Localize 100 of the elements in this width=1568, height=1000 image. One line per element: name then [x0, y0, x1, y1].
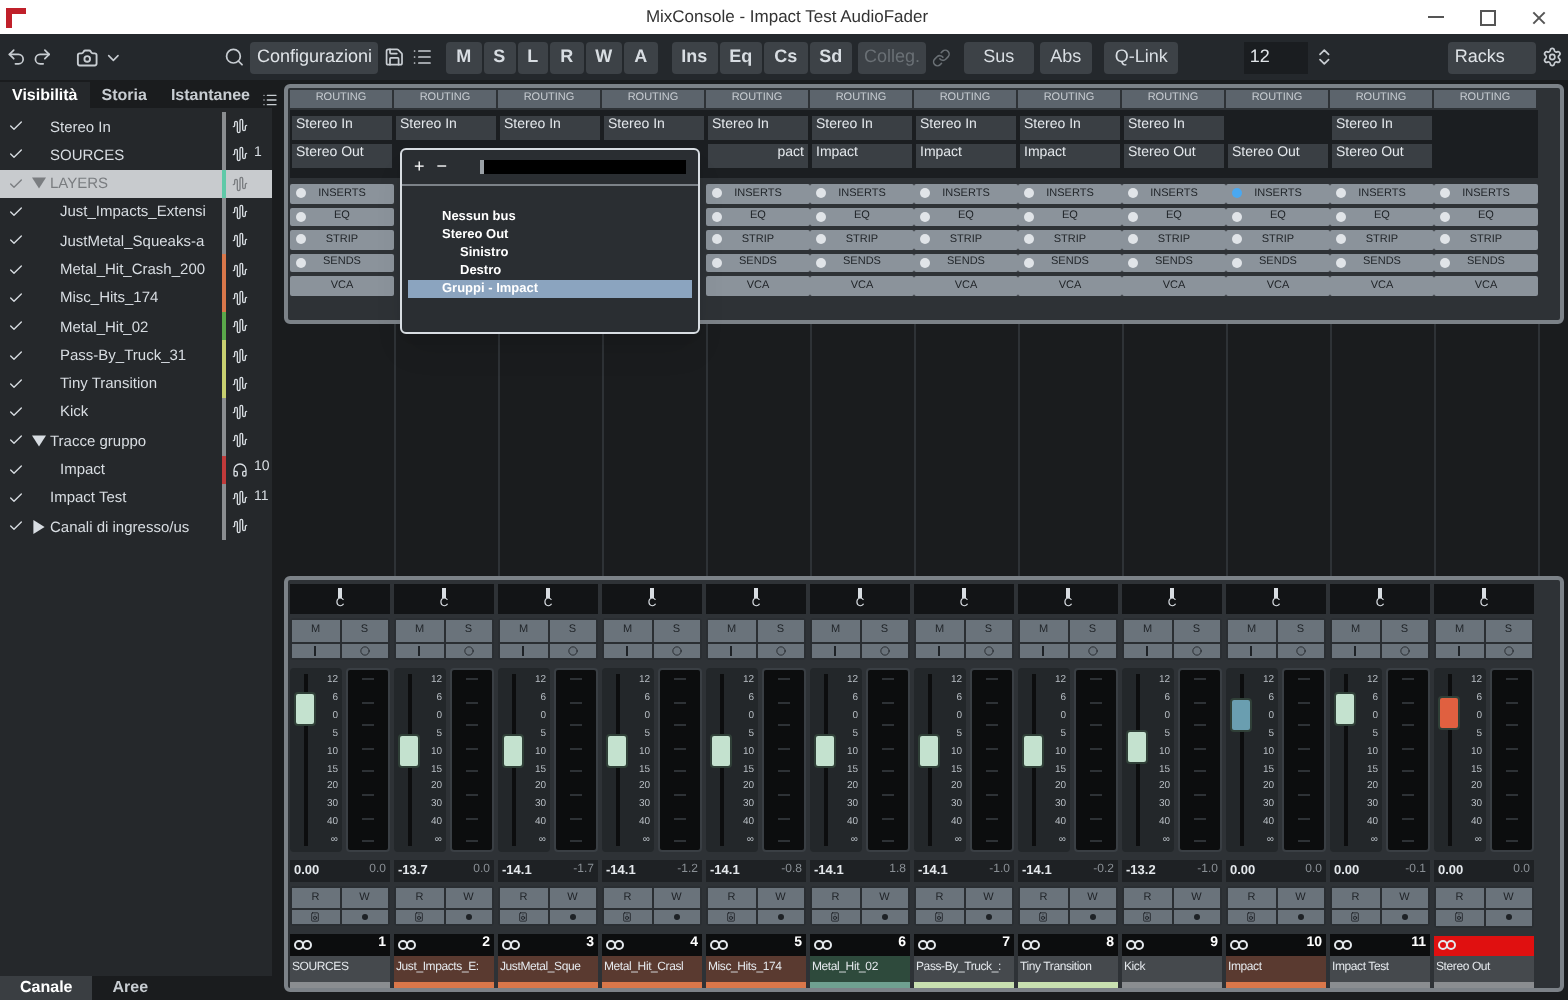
- fader-thumb[interactable]: [398, 734, 420, 769]
- monitor-icon[interactable]: [1173, 643, 1220, 658]
- search-icon[interactable]: [224, 46, 245, 68]
- listen-icon[interactable]: [1436, 643, 1483, 658]
- check-icon[interactable]: [8, 118, 24, 135]
- listen-icon[interactable]: [916, 643, 963, 658]
- expanded-icon[interactable]: [32, 433, 46, 448]
- panel-tab[interactable]: Istantanee: [158, 82, 263, 108]
- maximize-icon[interactable]: [1480, 9, 1496, 25]
- check-icon[interactable]: [8, 432, 24, 449]
- mode-button[interactable]: L: [517, 41, 549, 73]
- remove-button[interactable]: −: [436, 153, 448, 181]
- stereo-icon[interactable]: [606, 940, 624, 951]
- speaker-icon[interactable]: [500, 910, 547, 925]
- listen-icon[interactable]: [396, 643, 443, 658]
- undo-icon[interactable]: [6, 46, 27, 68]
- monitor-icon[interactable]: [861, 643, 908, 658]
- check-icon[interactable]: [8, 232, 24, 249]
- check-icon[interactable]: [8, 461, 24, 478]
- monitor-icon[interactable]: [1069, 643, 1116, 658]
- record-icon[interactable]: [861, 910, 908, 925]
- speaker-icon[interactable]: [812, 910, 859, 925]
- check-icon[interactable]: [8, 204, 24, 221]
- stereo-icon[interactable]: [1334, 940, 1352, 951]
- check-icon[interactable]: [8, 146, 24, 163]
- check-icon[interactable]: [8, 490, 24, 506]
- record-icon[interactable]: [1069, 910, 1116, 925]
- record-icon[interactable]: [1381, 910, 1428, 925]
- monitor-icon[interactable]: [653, 643, 700, 658]
- mode-button[interactable]: W: [585, 41, 623, 73]
- link-icon[interactable]: [931, 47, 951, 67]
- menu-icon[interactable]: [262, 92, 279, 108]
- collapsed-icon[interactable]: [32, 519, 46, 534]
- stereo-icon[interactable]: [502, 940, 520, 951]
- fader-thumb[interactable]: [294, 691, 316, 726]
- monitor-icon[interactable]: [549, 643, 596, 658]
- stereo-icon[interactable]: [918, 940, 936, 951]
- fader-thumb[interactable]: [814, 734, 836, 769]
- view-button[interactable]: Eq: [719, 41, 763, 73]
- speaker-icon[interactable]: [1228, 910, 1275, 925]
- fader-thumb[interactable]: [710, 734, 732, 769]
- fader-thumb[interactable]: [502, 734, 524, 769]
- record-icon[interactable]: [549, 910, 596, 925]
- view-button[interactable]: Sd: [809, 41, 853, 73]
- listen-icon[interactable]: [604, 643, 651, 658]
- monitor-icon[interactable]: [965, 643, 1012, 658]
- panel-tab[interactable]: Aree: [92, 976, 169, 1000]
- listen-icon[interactable]: [1124, 643, 1171, 658]
- qlink-button[interactable]: Q-Link: [1104, 41, 1178, 73]
- fader-thumb[interactable]: [1334, 691, 1356, 726]
- listen-icon[interactable]: [1228, 643, 1275, 658]
- monitor-icon[interactable]: [1485, 643, 1532, 658]
- listen-icon[interactable]: [812, 643, 859, 658]
- racks-dropdown[interactable]: Racks: [1448, 41, 1536, 73]
- record-icon[interactable]: [965, 910, 1012, 925]
- stereo-icon[interactable]: [294, 940, 312, 951]
- mode-button[interactable]: A: [624, 41, 658, 73]
- speaker-icon[interactable]: [1020, 910, 1067, 925]
- listen-icon[interactable]: [500, 643, 547, 658]
- stereo-icon[interactable]: [710, 940, 728, 951]
- stereo-icon[interactable]: [814, 940, 832, 951]
- sus-button[interactable]: Sus: [964, 41, 1033, 73]
- record-icon[interactable]: [757, 910, 804, 925]
- check-icon[interactable]: [8, 375, 24, 392]
- mode-button[interactable]: M: [446, 41, 482, 73]
- record-icon[interactable]: [341, 910, 388, 925]
- speaker-icon[interactable]: [1332, 910, 1379, 925]
- search-field[interactable]: [479, 160, 686, 174]
- view-button[interactable]: Cs: [764, 41, 808, 73]
- check-icon[interactable]: [8, 261, 24, 278]
- fader-thumb[interactable]: [606, 734, 628, 769]
- stereo-icon[interactable]: [1230, 940, 1248, 951]
- record-icon[interactable]: [1173, 910, 1220, 925]
- check-icon[interactable]: [8, 347, 24, 364]
- fader-thumb[interactable]: [1022, 734, 1044, 769]
- check-icon[interactable]: [8, 518, 24, 535]
- stepper-icon[interactable]: [1314, 46, 1335, 68]
- record-icon[interactable]: [653, 910, 700, 925]
- abs-button[interactable]: Abs: [1039, 41, 1093, 73]
- view-button[interactable]: Ins: [671, 41, 718, 73]
- listen-icon[interactable]: [1332, 643, 1379, 658]
- listen-icon[interactable]: [1020, 643, 1067, 658]
- fader-thumb[interactable]: [1230, 698, 1252, 733]
- speaker-icon[interactable]: [708, 910, 755, 925]
- record-icon[interactable]: [1277, 910, 1324, 925]
- check-icon[interactable]: [8, 289, 24, 306]
- mode-button[interactable]: R: [550, 41, 584, 73]
- speaker-icon[interactable]: [396, 910, 443, 925]
- listen-icon[interactable]: [292, 643, 339, 658]
- channel-count[interactable]: 12: [1243, 41, 1309, 73]
- stereo-icon[interactable]: [1022, 940, 1040, 951]
- monitor-icon[interactable]: [757, 643, 804, 658]
- speaker-icon[interactable]: [1436, 910, 1483, 926]
- speaker-icon[interactable]: [604, 910, 651, 925]
- add-button[interactable]: +: [414, 153, 425, 181]
- monitor-icon[interactable]: [445, 643, 492, 658]
- config-dropdown[interactable]: Configurazioni: [250, 41, 379, 73]
- mode-button[interactable]: S: [483, 41, 516, 73]
- panel-tab[interactable]: Canale: [0, 976, 93, 1000]
- monitor-icon[interactable]: [341, 643, 388, 658]
